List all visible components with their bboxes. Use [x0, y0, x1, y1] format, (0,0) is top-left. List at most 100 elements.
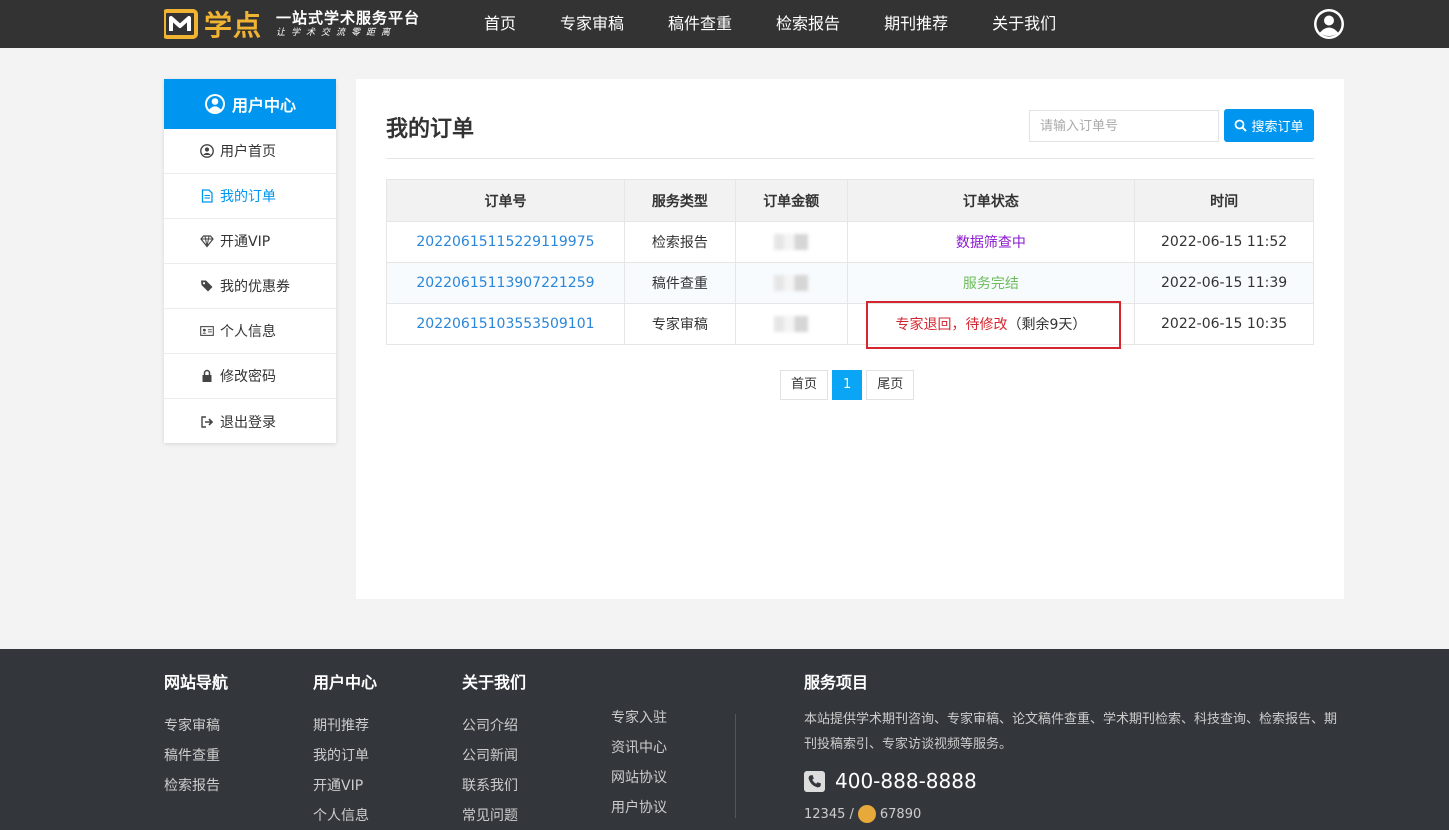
- status-text[interactable]: 专家退回，待修改: [895, 317, 1007, 333]
- pager-current-page[interactable]: 1: [832, 370, 863, 400]
- site-footer: 网站导航 专家审稿 稿件查重 检索报告 用户中心 期刊推荐 我的订单 开通VIP…: [0, 649, 1449, 830]
- order-number-link[interactable]: 20220615113907221259: [416, 275, 594, 291]
- service-type-cell: 检索报告: [623, 221, 736, 263]
- footer-link[interactable]: 公司介绍: [462, 711, 526, 741]
- footer-divider: [735, 714, 736, 818]
- top-navbar: 学点 一站式学术服务平台 让学术交流零距离 首页 专家审稿 稿件查重 检索报告 …: [0, 0, 1449, 48]
- column-header-order-no: 订单号: [386, 179, 625, 222]
- sidebar-item-label: 个人信息: [220, 324, 276, 340]
- service-type-cell: 稿件查重: [623, 262, 736, 304]
- footer-service-title: 服务项目: [804, 673, 869, 692]
- status-cell: 专家退回，待修改（剩余9天）: [846, 303, 1136, 345]
- footer-link[interactable]: 公司新闻: [462, 741, 526, 771]
- blurred-amount: [774, 234, 809, 250]
- sidebar-item-label: 开通VIP: [220, 234, 271, 250]
- footer-link[interactable]: 专家入驻: [611, 703, 667, 733]
- table-row: 20220615103553509101 专家审稿 专家退回，待修改（剩余9天）…: [386, 303, 1314, 345]
- search-icon: [1235, 119, 1248, 132]
- footer-nav-column: 网站导航 专家审稿 稿件查重 检索报告: [164, 669, 228, 801]
- nav-search-report[interactable]: 检索报告: [754, 0, 862, 48]
- footer-link[interactable]: 用户协议: [611, 793, 667, 823]
- footer-user-column: 用户中心 期刊推荐 我的订单 开通VIP 个人信息: [313, 669, 377, 830]
- user-center-sidebar: 用户中心 用户首页 我的订单 开通VIP 我的优惠券 个人信息 修改密码 退出登…: [164, 79, 336, 443]
- sidebar-item-coupons[interactable]: 我的优惠券: [164, 264, 336, 309]
- sidebar-item-label: 我的订单: [220, 189, 276, 205]
- status-remaining-days: （剩余9天）: [1007, 317, 1087, 333]
- status-cell: 服务完结: [846, 262, 1136, 304]
- footer-link[interactable]: 联系我们: [462, 771, 526, 801]
- nav-home[interactable]: 首页: [462, 0, 538, 48]
- footer-link[interactable]: 专家审稿: [164, 711, 228, 741]
- amount-cell: [734, 262, 848, 304]
- footer-beian: 12345 / 67890: [804, 805, 1344, 823]
- footer-more-column: 专家入驻 资讯中心 网站协议 用户协议: [611, 703, 667, 823]
- sidebar-item-logout[interactable]: 退出登录: [164, 399, 336, 444]
- footer-link[interactable]: 检索报告: [164, 771, 228, 801]
- footer-link[interactable]: 我的订单: [313, 741, 377, 771]
- footer-link[interactable]: 常见问题: [462, 801, 526, 830]
- sidebar-title: 用户中心: [231, 96, 296, 115]
- footer-service-desc: 本站提供学术期刊咨询、专家审稿、论文稿件查重、学术期刊检索、科技查询、检索报告、…: [804, 712, 1338, 752]
- beian-left: 12345 /: [804, 806, 854, 822]
- time-cell: 2022-06-15 10:35: [1134, 303, 1314, 345]
- nav-about-us[interactable]: 关于我们: [970, 0, 1078, 48]
- phone-icon: [804, 770, 825, 792]
- column-header-service: 服务类型: [623, 179, 736, 222]
- nav-plagiarism-check[interactable]: 稿件查重: [646, 0, 754, 48]
- status-text: 数据筛查中: [955, 235, 1026, 251]
- orders-table: 订单号 服务类型 订单金额 订单状态 时间 202206151152291199…: [386, 179, 1314, 345]
- site-logo[interactable]: 学点 一站式学术服务平台 让学术交流零距离: [162, 5, 420, 43]
- user-circle-icon: [200, 144, 214, 158]
- sidebar-item-open-vip[interactable]: 开通VIP: [164, 219, 336, 264]
- logo-text: 一站式学术服务平台 让学术交流零距离: [276, 9, 420, 39]
- amount-cell: [734, 303, 848, 345]
- order-search-input[interactable]: [1029, 110, 1219, 142]
- pagination: 首页 1 尾页: [780, 370, 918, 400]
- police-badge-icon: [857, 805, 876, 823]
- footer-about-title: 关于我们: [462, 673, 527, 692]
- amount-cell: [734, 221, 848, 263]
- footer-link[interactable]: 开通VIP: [313, 771, 377, 801]
- footer-link[interactable]: 网站协议: [611, 763, 667, 793]
- pager-first-page[interactable]: 首页: [780, 370, 829, 400]
- footer-phone-number: 400-888-8888: [835, 769, 977, 793]
- document-icon: [200, 189, 214, 203]
- user-circle-icon: [1314, 9, 1344, 39]
- logo-name: 学点: [204, 9, 263, 42]
- time-cell: 2022-06-15 11:52: [1134, 221, 1314, 263]
- nav-journal-recommend[interactable]: 期刊推荐: [862, 0, 970, 48]
- logo-slogan: 让学术交流零距离: [276, 28, 397, 38]
- sidebar-item-user-home[interactable]: 用户首页: [164, 129, 336, 174]
- pager-last-page[interactable]: 尾页: [866, 370, 915, 400]
- logo-tagline: 一站式学术服务平台: [276, 9, 421, 27]
- tags-icon: [200, 279, 214, 293]
- search-button-label: 搜索订单: [1251, 120, 1304, 135]
- orders-panel: 我的订单 搜索订单 订单号 服务类型 订单金额 订单状态 时间 20220615…: [356, 79, 1344, 599]
- order-number-link[interactable]: 20220615115229119975: [416, 234, 594, 250]
- service-type-cell: 专家审稿: [623, 303, 736, 345]
- nav-expert-review[interactable]: 专家审稿: [538, 0, 646, 48]
- footer-about-column: 关于我们 公司介绍 公司新闻 联系我们 常见问题: [462, 669, 526, 830]
- table-row: 20220615115229119975 检索报告 数据筛查中 2022-06-…: [386, 221, 1314, 263]
- sidebar-item-my-orders[interactable]: 我的订单: [164, 174, 336, 219]
- order-number-link[interactable]: 20220615103553509101: [416, 316, 594, 332]
- blurred-amount: [774, 275, 809, 291]
- column-header-status: 订单状态: [846, 179, 1136, 222]
- sign-out-icon: [200, 415, 214, 429]
- column-header-time: 时间: [1134, 179, 1314, 222]
- footer-link[interactable]: 资讯中心: [611, 733, 667, 763]
- diamond-icon: [200, 234, 214, 248]
- lock-icon: [200, 369, 214, 383]
- time-cell: 2022-06-15 11:39: [1134, 262, 1314, 304]
- footer-link[interactable]: 个人信息: [313, 801, 377, 830]
- status-cell: 数据筛查中: [846, 221, 1136, 263]
- sidebar-item-change-password[interactable]: 修改密码: [164, 354, 336, 399]
- status-text: 服务完结: [962, 276, 1019, 292]
- user-avatar-button[interactable]: [1313, 8, 1345, 40]
- footer-phone: 400-888-8888: [804, 769, 1344, 793]
- footer-user-title: 用户中心: [313, 673, 378, 692]
- search-orders-button[interactable]: 搜索订单: [1224, 109, 1314, 142]
- sidebar-item-profile[interactable]: 个人信息: [164, 309, 336, 354]
- footer-link[interactable]: 期刊推荐: [313, 711, 377, 741]
- footer-link[interactable]: 稿件查重: [164, 741, 228, 771]
